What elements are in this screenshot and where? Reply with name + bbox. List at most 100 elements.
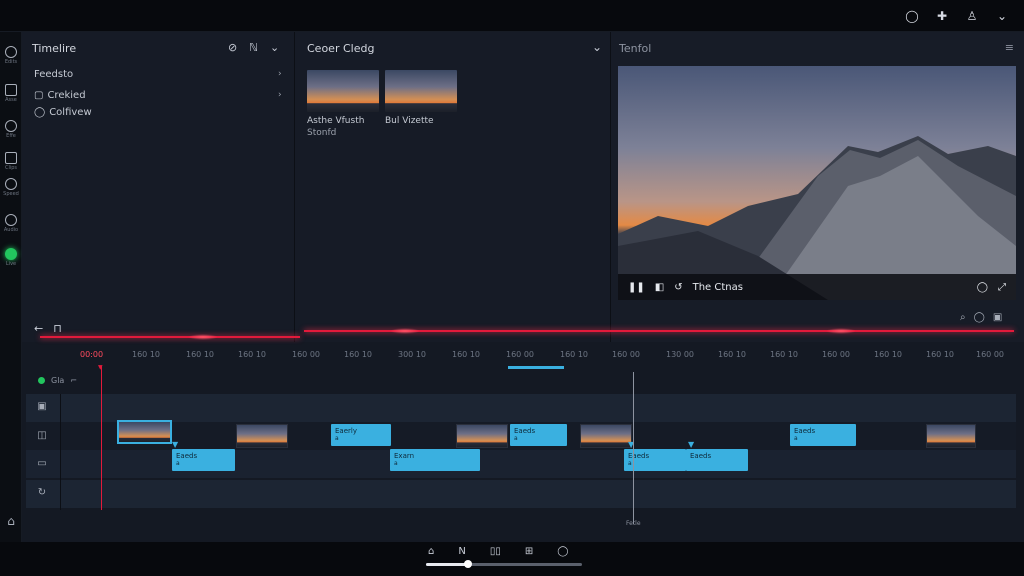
clip-subtitle: Stonfd: [307, 128, 337, 138]
rail-label: Live: [5, 261, 17, 267]
marker-icon[interactable]: ▼: [688, 440, 694, 449]
clip-label: Eaeds: [794, 427, 816, 435]
puzzle-icon[interactable]: ✚: [934, 8, 950, 24]
timeline-clip[interactable]: Eaerly a: [331, 424, 391, 446]
rail-item-clips[interactable]: Clips: [0, 152, 22, 171]
clip-sublabel: a: [514, 435, 518, 442]
rail-label: Edits: [4, 59, 18, 65]
clock-icon: [5, 214, 17, 226]
circle-icon[interactable]: ◯: [557, 546, 568, 557]
rail-item-assets[interactable]: Asse: [0, 84, 22, 103]
chevron-down-icon[interactable]: ⌄: [994, 8, 1010, 24]
checkbox-icon[interactable]: ▢: [34, 90, 43, 101]
timeline-clip[interactable]: Eaeds a: [510, 424, 567, 446]
panel-title: Timelire: [32, 42, 77, 55]
text-track-icon[interactable]: ▭: [34, 458, 50, 474]
ruler-tick: 160 10: [186, 350, 214, 359]
chevron-right-icon[interactable]: ›: [278, 69, 282, 79]
clock-icon[interactable]: ⊘: [228, 41, 237, 54]
rail-item-home[interactable]: ⌂: [0, 514, 22, 528]
fullscreen-icon[interactable]: ⤢: [998, 282, 1006, 293]
video-clip[interactable]: [236, 424, 288, 448]
mountain-illustration: [618, 136, 1016, 300]
ruler-tick: 160 00: [292, 350, 320, 359]
ruler-tick: 160 10: [132, 350, 160, 359]
cursor-label: Fetle: [626, 520, 641, 527]
player-controls: ❚❚ ◧ ↺ The Ctnas ◯ ⤢: [618, 274, 1016, 300]
circle-icon[interactable]: ◯: [904, 8, 920, 24]
ruler-selection[interactable]: [508, 366, 564, 369]
timeline-clip[interactable]: Eaeds a: [172, 449, 235, 471]
skip-icon[interactable]: ⊞: [525, 546, 533, 557]
glow: [390, 328, 420, 334]
ruler-tick: 00:00: [80, 350, 104, 359]
home-icon[interactable]: ⌂: [428, 546, 434, 557]
marker-icon[interactable]: ▼: [172, 440, 178, 449]
ruler-tick: 160 10: [560, 350, 588, 359]
tree-item[interactable]: ▢ Crekied: [34, 90, 86, 101]
rail-item-edits[interactable]: Edits: [0, 46, 22, 65]
tree-item[interactable]: ◯ Colfivew: [34, 107, 92, 118]
circle-icon: [5, 120, 17, 132]
ruler-tick: 160 00: [822, 350, 850, 359]
cursor-line[interactable]: [633, 372, 634, 524]
panel-title: Ceoer Cledg: [307, 42, 375, 55]
ruler-tick: 160 10: [874, 350, 902, 359]
radio-icon[interactable]: ◯: [34, 107, 45, 118]
search-icon[interactable]: ⌕: [960, 312, 966, 323]
ruler-tick: 160 10: [718, 350, 746, 359]
playhead[interactable]: [101, 366, 102, 510]
menu-icon[interactable]: ≡: [1005, 41, 1014, 54]
user-icon[interactable]: ♙: [964, 8, 980, 24]
split-icon[interactable]: ⊓: [53, 322, 62, 335]
video-clip[interactable]: [580, 424, 632, 448]
ruler-tick: 160 00: [976, 350, 1004, 359]
video-clip[interactable]: [117, 420, 172, 444]
media-clip[interactable]: Bul Vizette: [385, 70, 457, 126]
ruler-tick: 160 10: [238, 350, 266, 359]
timeline-clip[interactable]: Eaeds: [686, 449, 748, 471]
frame-icon[interactable]: ▣: [993, 312, 1002, 323]
settings-icon[interactable]: ◯: [977, 282, 988, 293]
video-track-icon[interactable]: ▣: [34, 401, 50, 417]
chevron-down-icon[interactable]: ⌄: [592, 40, 602, 54]
chevron-right-icon[interactable]: ›: [278, 90, 282, 100]
time-ruler[interactable]: 00:00 160 10 160 10 160 10 160 00 160 10…: [66, 344, 1020, 366]
playhead-marker-icon[interactable]: ▼: [98, 364, 103, 371]
timeline-clip[interactable]: Eaeds a: [790, 424, 856, 446]
layer-track-icon[interactable]: ◫: [34, 430, 50, 446]
video-clip[interactable]: [926, 424, 976, 448]
home-icon: ⌂: [7, 514, 15, 528]
bell-icon[interactable]: ℕ: [249, 41, 258, 54]
ruler-tick: 160 10: [344, 350, 372, 359]
volume-icon[interactable]: ◧: [655, 282, 664, 293]
ruler-tick: 160 10: [770, 350, 798, 359]
layers-icon: [5, 84, 17, 96]
video-clip[interactable]: [456, 424, 508, 448]
rail-item-speed[interactable]: Speed: [0, 178, 22, 197]
media-clip[interactable]: Asthe Vfusth Stonfd: [307, 70, 379, 138]
video-preview[interactable]: [618, 66, 1016, 300]
lock-icon[interactable]: ⌐: [70, 376, 77, 385]
scrub-knob[interactable]: [464, 560, 472, 568]
audio-track-icon[interactable]: ↻: [34, 487, 50, 503]
rail-item-audio[interactable]: Audio: [0, 214, 22, 233]
tree-item-label: Crekied: [47, 90, 86, 101]
track-row[interactable]: [26, 480, 1016, 508]
rail-label: Effe: [6, 133, 16, 139]
chevron-down-icon[interactable]: ⌄: [270, 41, 279, 54]
progress-line: [40, 336, 300, 338]
timeline-clip[interactable]: Exarn a: [390, 449, 480, 471]
replay-icon[interactable]: ↺: [674, 282, 682, 293]
rail-item-effects[interactable]: Effe: [0, 120, 22, 139]
tree-section[interactable]: Feedsto: [34, 69, 73, 80]
circle-icon[interactable]: ◯: [974, 312, 985, 323]
top-bar: ◯ ✚ ♙ ⌄: [0, 0, 1024, 32]
pause-icon[interactable]: ❚❚: [628, 282, 645, 293]
track-row[interactable]: [26, 394, 1016, 422]
rail-item-live[interactable]: Live: [0, 248, 22, 267]
step-icon[interactable]: N: [458, 546, 465, 557]
arrow-left-icon[interactable]: ←: [34, 322, 43, 335]
pause-icon[interactable]: ▯▯: [490, 546, 501, 557]
scrub-slider[interactable]: [426, 560, 582, 568]
